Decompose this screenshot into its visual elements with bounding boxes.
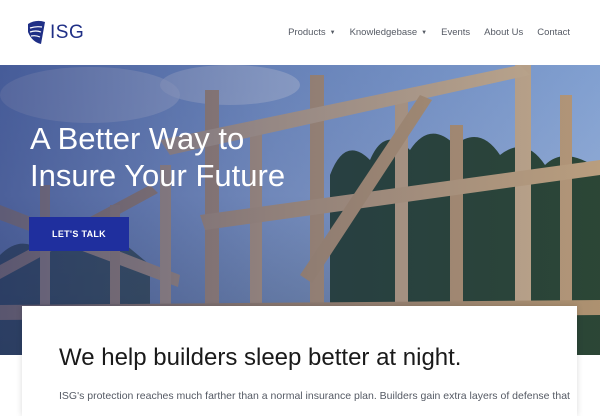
intro-title: We help builders sleep better at night.	[59, 344, 462, 371]
intro-body: ISG's protection reaches much farther th…	[59, 390, 570, 402]
nav-contact[interactable]: Contact	[537, 27, 570, 38]
nav-products[interactable]: Products ▼	[288, 27, 335, 38]
site-header: ISG Products ▼ Knowledgebase ▼ Events Ab…	[0, 0, 600, 65]
nav-events[interactable]: Events	[441, 27, 470, 38]
main-nav: Products ▼ Knowledgebase ▼ Events About …	[274, 27, 570, 38]
nav-label: Events	[441, 27, 471, 38]
caret-down-icon: ▼	[421, 29, 428, 36]
nav-about-us[interactable]: About Us	[484, 27, 523, 38]
nav-knowledgebase[interactable]: Knowledgebase ▼	[350, 27, 428, 38]
headline-line-2: Insure Your Future	[30, 158, 286, 193]
nav-label: Products	[288, 27, 326, 38]
caret-down-icon: ▼	[329, 29, 336, 36]
nav-label: Contact	[537, 27, 570, 38]
isg-logo-icon	[28, 20, 45, 44]
nav-label: Knowledgebase	[349, 27, 418, 38]
logo-text: ISG	[50, 22, 85, 43]
lets-talk-button[interactable]: LET'S TALK	[29, 217, 129, 251]
headline-line-1: A Better Way to	[30, 121, 245, 156]
hero-headline: A Better Way to Insure Your Future	[30, 120, 350, 194]
nav-label: About Us	[484, 27, 524, 38]
logo[interactable]: ISG	[26, 16, 84, 50]
